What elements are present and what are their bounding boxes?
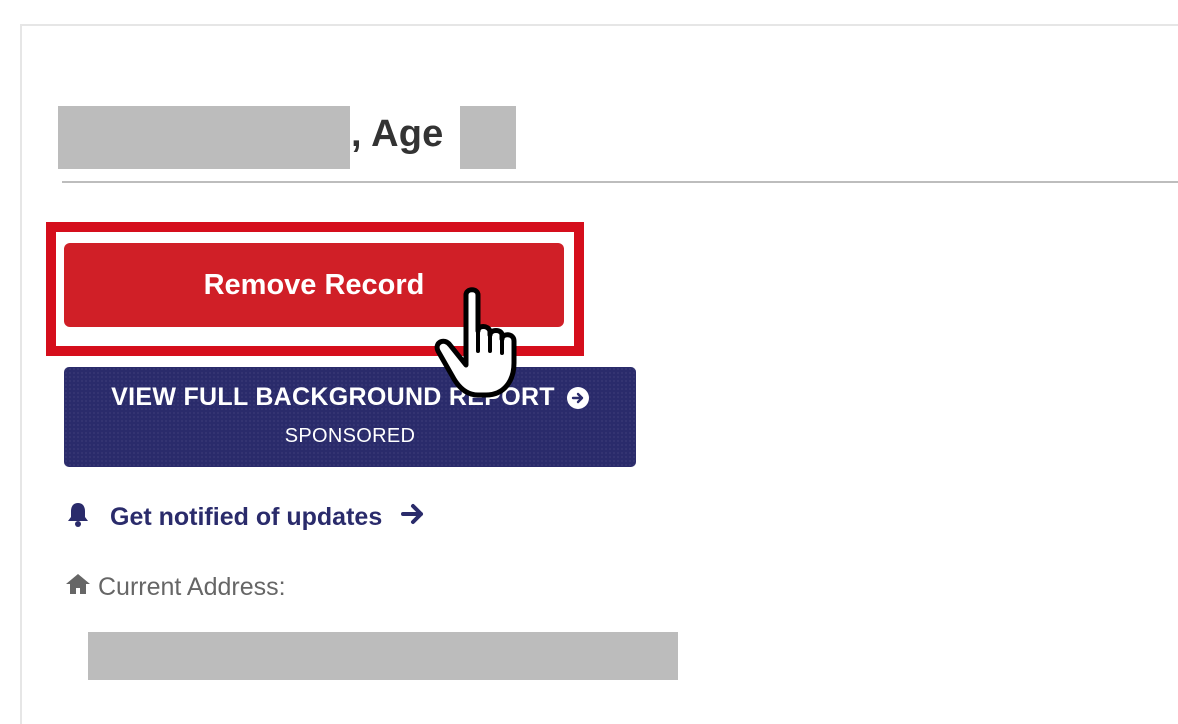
bell-icon [64,500,92,535]
current-address-label: Current Address: [64,572,286,603]
sponsored-label: SPONSORED [284,425,416,447]
address-label-text: Current Address: [98,573,286,601]
notify-label: Get notified of updates [110,503,383,531]
view-full-report-button[interactable]: VIEW FULL BACKGROUND REPORT SPONSORED [64,367,636,467]
report-title: VIEW FULL BACKGROUND REPORT [64,383,636,412]
address-redaction [88,632,678,680]
age-label: , Age [351,113,444,155]
arrow-right-icon [400,502,426,533]
age-redaction [460,106,516,169]
circle-arrow-right-icon [566,386,589,409]
remove-record-label: Remove Record [203,268,425,301]
divider [62,181,1178,183]
notify-link[interactable]: Get notified of updates [64,500,426,535]
home-icon [64,572,92,603]
name-redaction [58,106,350,169]
hand-pointer-icon [428,285,548,405]
